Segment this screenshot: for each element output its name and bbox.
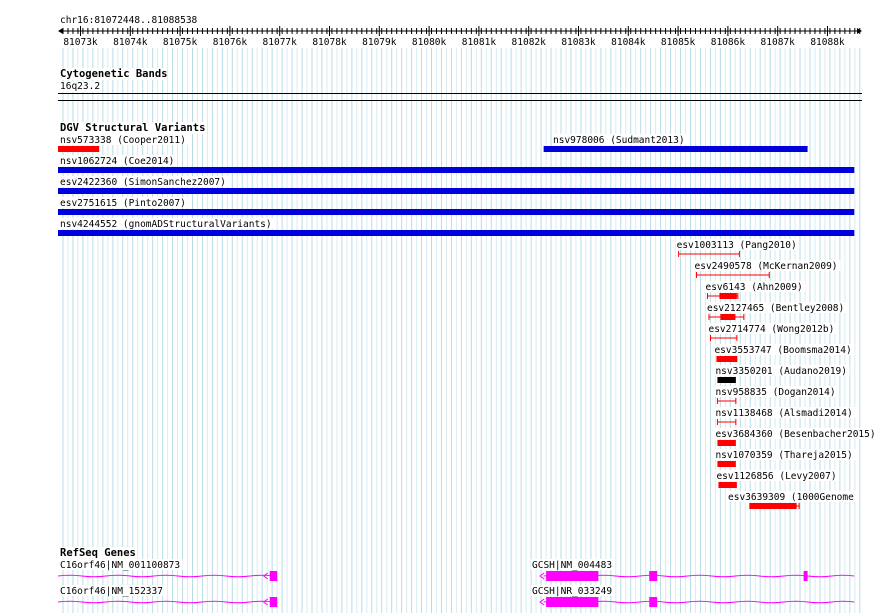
refseq-gene-strand-arrow xyxy=(539,572,545,580)
dgv-variant-label-group: esv1126856 (Levy2007) xyxy=(715,470,840,482)
refseq-gene-label: C16orf46|NM_152337 xyxy=(60,586,163,597)
dgv-variant-bar xyxy=(543,146,808,152)
dgv-variant-bar xyxy=(58,146,100,152)
refseq-gene-strand-arrow xyxy=(262,598,269,606)
dgv-variant-label-group: esv3639309 (1000Genome xyxy=(727,491,857,503)
dgv-variant-label: esv6143 (Ahn2009) xyxy=(705,282,802,293)
dgv-variant-label-group: nsv4244552 (gnomADStructuralVariants) xyxy=(59,218,275,230)
refseq-gene-exon xyxy=(269,597,278,607)
dgv-variant-label: nsv1138468 (Alsmadi2014) xyxy=(715,408,852,419)
dgv-variant-label: nsv4244552 (gnomADStructuralVariants) xyxy=(60,219,272,230)
refseq-gene-label-group: GCSH|NM_004483 xyxy=(531,559,615,571)
dgv-variant-label: nsv1070359 (Thareja2015) xyxy=(715,450,852,461)
refseq-gene-strand-arrow xyxy=(262,572,269,580)
dgv-variant-box xyxy=(720,314,736,320)
refseq-gene-label-group: C16orf46|NM_152337 xyxy=(59,585,166,597)
refseq-gene-label-group: C16orf46|NM_001100873 xyxy=(59,559,183,571)
refseq-gene-label: GCSH|NM_004483 xyxy=(532,560,612,571)
refseq-gene-strand-arrow xyxy=(539,598,545,606)
dgv-variant-label-group: esv2751615 (Pinto2007) xyxy=(59,197,189,209)
dgv-variant-label: esv2714774 (Wong2012b) xyxy=(708,324,834,335)
refseq-gene-exon xyxy=(269,571,278,581)
dgv-variant-label: nsv573338 (Cooper2011) xyxy=(60,135,186,146)
dgv-variant-label: esv2490578 (McKernan2009) xyxy=(695,261,838,272)
refseq-gene-label: GCSH|NR_033249 xyxy=(532,586,612,597)
dgv-variant-label: nsv958835 (Dogan2014) xyxy=(715,387,835,398)
refseq-gene-label: C16orf46|NM_001100873 xyxy=(60,560,180,571)
refseq-gene-intron xyxy=(57,600,278,604)
dgv-variant-label: nsv978006 (Sudmant2013) xyxy=(553,135,685,146)
dgv-variant-label-group: esv2714774 (Wong2012b) xyxy=(707,323,837,335)
dgv-variant-label-group: esv1003113 (Pang2010) xyxy=(675,239,800,251)
feature-tracks: nsv573338 (Cooper2011) nsv978006 (Sudmant… xyxy=(57,134,879,607)
dgv-variant-label: esv2422360 (SimonSanchez2007) xyxy=(60,177,226,188)
refseq-gene-exon xyxy=(803,571,808,581)
dgv-variant-bar xyxy=(716,356,738,362)
dgv-variant-bar xyxy=(717,440,736,446)
dgv-variant-label: nsv1062724 (Coe2014) xyxy=(60,156,174,167)
dgv-variant-label-group: esv2127465 (Bentley2008) xyxy=(705,302,847,314)
dgv-variant-label-group: nsv3350201 (Audano2019) xyxy=(714,365,850,377)
dgv-variant-box xyxy=(719,293,737,299)
dgv-variant-label: esv3639309 (1000Genome xyxy=(728,492,854,503)
dgv-variant-bar xyxy=(58,230,855,236)
refseq-gene-exon xyxy=(546,571,599,581)
dgv-variant-label: nsv3350201 (Audano2019) xyxy=(715,366,847,377)
refseq-gene-label-group: GCSH|NR_033249 xyxy=(531,585,615,597)
dgv-variant-label: esv3684360 (Besenbacher2015) xyxy=(715,429,875,440)
dgv-variant-label-group: esv2490578 (McKernan2009) xyxy=(693,260,841,272)
dgv-variant-label-group: nsv1138468 (Alsmadi2014) xyxy=(714,407,856,419)
dgv-variant-label-group: esv3553747 (Boomsma2014) xyxy=(713,344,855,356)
dgv-variant-label: esv3553747 (Boomsma2014) xyxy=(714,345,851,356)
dgv-variant-label: esv2751615 (Pinto2007) xyxy=(60,198,186,209)
dgv-variant-label-group: nsv958835 (Dogan2014) xyxy=(714,386,839,398)
dgv-variant-label-group: nsv1070359 (Thareja2015) xyxy=(714,449,856,461)
dgv-variant-bar xyxy=(58,188,855,194)
refseq-gene-intron xyxy=(57,574,278,578)
dgv-variant-bar xyxy=(717,377,736,383)
refseq-gene-exon xyxy=(546,597,599,607)
dgv-variant-bar xyxy=(58,167,855,173)
dgv-variant-label-group: esv6143 (Ahn2009) xyxy=(704,281,806,293)
dgv-variant-bar xyxy=(717,461,736,467)
dgv-variant-label-group: nsv1062724 (Coe2014) xyxy=(59,155,177,167)
dgv-variant-box xyxy=(749,503,797,509)
refseq-gene-exon xyxy=(649,597,658,607)
dgv-variant-label: esv2127465 (Bentley2008) xyxy=(707,303,844,314)
dgv-variant-label: esv1003113 (Pang2010) xyxy=(677,240,797,251)
dgv-variant-label: esv1126856 (Levy2007) xyxy=(716,471,836,482)
dgv-variant-label-group: esv2422360 (SimonSanchez2007) xyxy=(59,176,229,188)
refseq-gene-exon xyxy=(649,571,658,581)
dgv-variant-bar xyxy=(58,209,855,215)
dgv-variant-label-group: nsv573338 (Cooper2011) xyxy=(59,134,189,146)
dgv-variant-label-group: nsv978006 (Sudmant2013) xyxy=(552,134,688,146)
dgv-variant-label-group: esv3684360 (Besenbacher2015) xyxy=(714,428,879,440)
dgv-variant-bar xyxy=(718,482,737,488)
